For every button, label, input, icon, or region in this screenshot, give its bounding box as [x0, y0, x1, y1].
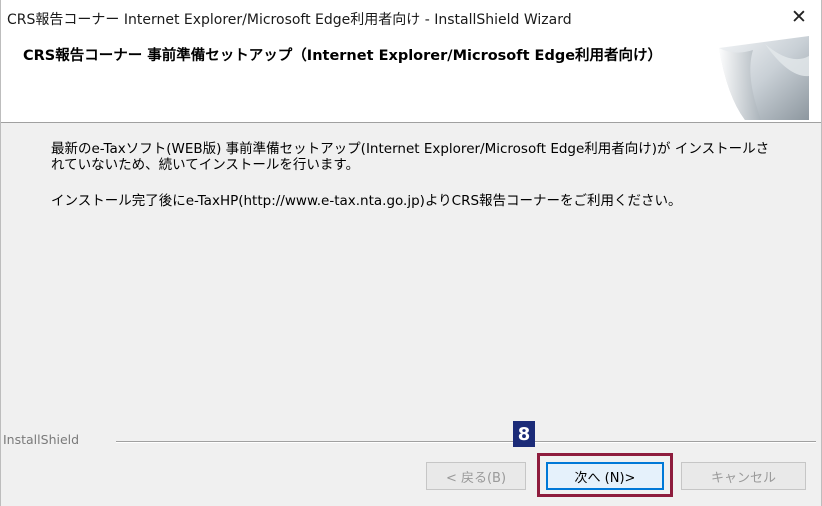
- installshield-wizard-window: CRS報告コーナー Internet Explorer/Microsoft Ed…: [0, 0, 822, 506]
- banner-graphic-icon: [719, 36, 809, 120]
- next-button[interactable]: 次へ (N)>: [546, 462, 664, 490]
- window-title: CRS報告コーナー Internet Explorer/Microsoft Ed…: [7, 12, 572, 28]
- step-number-badge: 8: [513, 421, 535, 447]
- banner-title: CRS報告コーナー 事前準備セットアップ（Internet Explorer/M…: [23, 48, 663, 64]
- wizard-body: 最新のe-Taxソフト(WEB版) 事前準備セットアップ(Internet Ex…: [1, 123, 821, 506]
- install-message: 最新のe-Taxソフト(WEB版) 事前準備セットアップ(Internet Ex…: [51, 141, 770, 173]
- title-bar: CRS報告コーナー Internet Explorer/Microsoft Ed…: [1, 0, 821, 34]
- usage-message: インストール完了後にe-TaxHP(http://www.e-tax.nta.g…: [51, 193, 682, 209]
- close-button[interactable]: ✕: [777, 0, 821, 34]
- footer-divider: [116, 441, 816, 443]
- cancel-button[interactable]: キャンセル: [681, 462, 806, 490]
- installshield-brand: InstallShield: [3, 432, 80, 447]
- wizard-banner: CRS報告コーナー 事前準備セットアップ（Internet Explorer/M…: [1, 34, 821, 123]
- back-button[interactable]: < 戻る(B): [426, 462, 526, 490]
- close-icon: ✕: [791, 6, 807, 28]
